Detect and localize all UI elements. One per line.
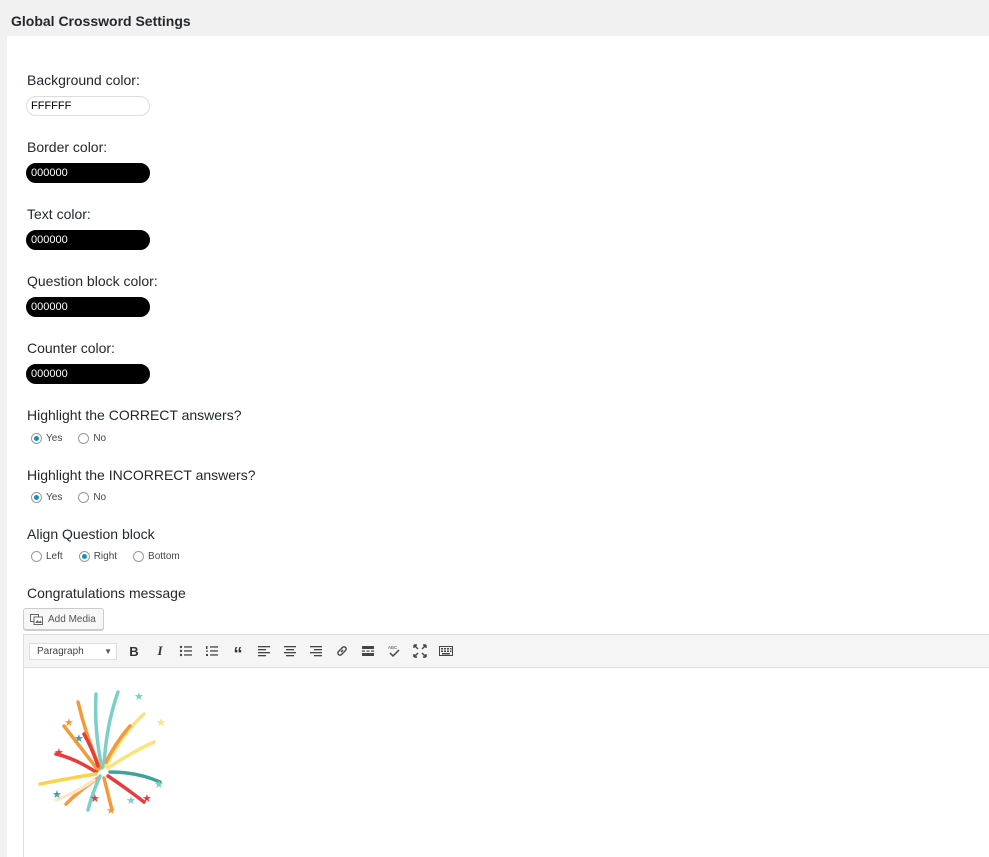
align-question-block-label: Align Question block xyxy=(27,526,155,542)
svg-text:★: ★ xyxy=(142,792,152,805)
radio-label: No xyxy=(93,432,107,444)
bullet-list-icon[interactable] xyxy=(173,639,199,663)
add-media-button[interactable]: Add Media xyxy=(23,608,104,630)
radio-label: Left xyxy=(46,550,63,562)
align-left-icon[interactable] xyxy=(251,639,277,663)
svg-text:★: ★ xyxy=(154,778,164,791)
radio-label: Right xyxy=(93,550,118,562)
radio-selected-icon xyxy=(31,491,42,503)
svg-text:★: ★ xyxy=(126,794,136,807)
read-more-icon[interactable] xyxy=(355,639,381,663)
border-color-label: Border color: xyxy=(27,139,108,155)
svg-text:ABC: ABC xyxy=(388,645,398,650)
radio-label: Yes xyxy=(46,491,63,503)
highlight-correct-no-radio[interactable]: No xyxy=(78,432,107,444)
format-select[interactable]: Paragraph ▼ xyxy=(29,642,117,660)
highlight-incorrect-label: Highlight the INCORRECT answers? xyxy=(27,467,256,483)
settings-panel: Background color: Border color: Text col… xyxy=(7,36,989,857)
add-media-label: Add Media xyxy=(48,613,96,625)
chevron-down-icon: ▼ xyxy=(104,646,112,656)
highlight-incorrect-radio-group: Yes No xyxy=(31,490,122,504)
spellcheck-icon[interactable]: ABC xyxy=(381,639,407,663)
fullscreen-icon[interactable] xyxy=(407,639,433,663)
numbered-list-icon[interactable] xyxy=(199,639,225,663)
toolbar-toggle-icon[interactable] xyxy=(433,639,459,663)
counter-color-input[interactable] xyxy=(26,364,150,384)
align-right-radio[interactable]: Right xyxy=(78,550,118,562)
svg-text:★: ★ xyxy=(90,792,100,805)
text-color-label: Text color: xyxy=(27,206,91,222)
radio-label: No xyxy=(93,491,107,503)
align-question-block-radio-group: Left Right Bottom xyxy=(31,549,196,563)
svg-text:★: ★ xyxy=(54,746,64,759)
background-color-label: Background color: xyxy=(27,72,140,88)
svg-text:★: ★ xyxy=(74,732,84,745)
editor-content[interactable]: ★ ★ ★ ★ ★ ★ ★ ★ ★ ★ ★ xyxy=(24,668,989,856)
congratulations-message-label: Congratulations message xyxy=(27,585,186,601)
radio-empty-icon xyxy=(78,491,90,503)
align-left-radio[interactable]: Left xyxy=(31,550,63,562)
congratulations-editor: Paragraph ▼ B I “ ABC ★ ★ ★ ★ ★ ★ ★ ★ ★ … xyxy=(23,634,989,857)
highlight-incorrect-no-radio[interactable]: No xyxy=(78,491,107,503)
editor-toolbar: Paragraph ▼ B I “ ABC xyxy=(24,635,989,668)
text-color-input[interactable] xyxy=(26,230,150,250)
counter-color-label: Counter color: xyxy=(27,340,115,356)
highlight-correct-radio-group: Yes No xyxy=(31,431,122,445)
align-right-icon[interactable] xyxy=(303,639,329,663)
radio-empty-icon xyxy=(78,432,90,444)
format-select-value: Paragraph xyxy=(37,645,84,657)
svg-text:★: ★ xyxy=(134,690,144,703)
firework-image: ★ ★ ★ ★ ★ ★ ★ ★ ★ ★ ★ xyxy=(38,690,166,816)
blockquote-icon[interactable]: “ xyxy=(225,639,251,663)
highlight-incorrect-yes-radio[interactable]: Yes xyxy=(31,491,63,503)
svg-text:★: ★ xyxy=(156,716,166,729)
radio-label: Bottom xyxy=(148,550,180,562)
radio-selected-icon xyxy=(31,432,42,444)
bold-icon[interactable]: B xyxy=(121,639,147,663)
background-color-input[interactable] xyxy=(26,96,150,116)
page-title: Global Crossword Settings xyxy=(11,13,191,29)
border-color-input[interactable] xyxy=(26,163,150,183)
question-block-color-label: Question block color: xyxy=(27,273,158,289)
radio-empty-icon xyxy=(133,550,145,562)
radio-selected-icon xyxy=(78,550,90,562)
link-icon[interactable] xyxy=(329,639,355,663)
media-icon xyxy=(30,613,43,625)
svg-text:★: ★ xyxy=(106,804,116,816)
italic-icon[interactable]: I xyxy=(147,639,173,663)
svg-text:★: ★ xyxy=(52,788,62,801)
radio-empty-icon xyxy=(31,550,42,562)
align-bottom-radio[interactable]: Bottom xyxy=(133,550,180,562)
highlight-correct-label: Highlight the CORRECT answers? xyxy=(27,407,242,423)
align-center-icon[interactable] xyxy=(277,639,303,663)
question-block-color-input[interactable] xyxy=(26,297,150,317)
radio-label: Yes xyxy=(46,432,63,444)
svg-text:★: ★ xyxy=(64,716,74,729)
highlight-correct-yes-radio[interactable]: Yes xyxy=(31,432,63,444)
